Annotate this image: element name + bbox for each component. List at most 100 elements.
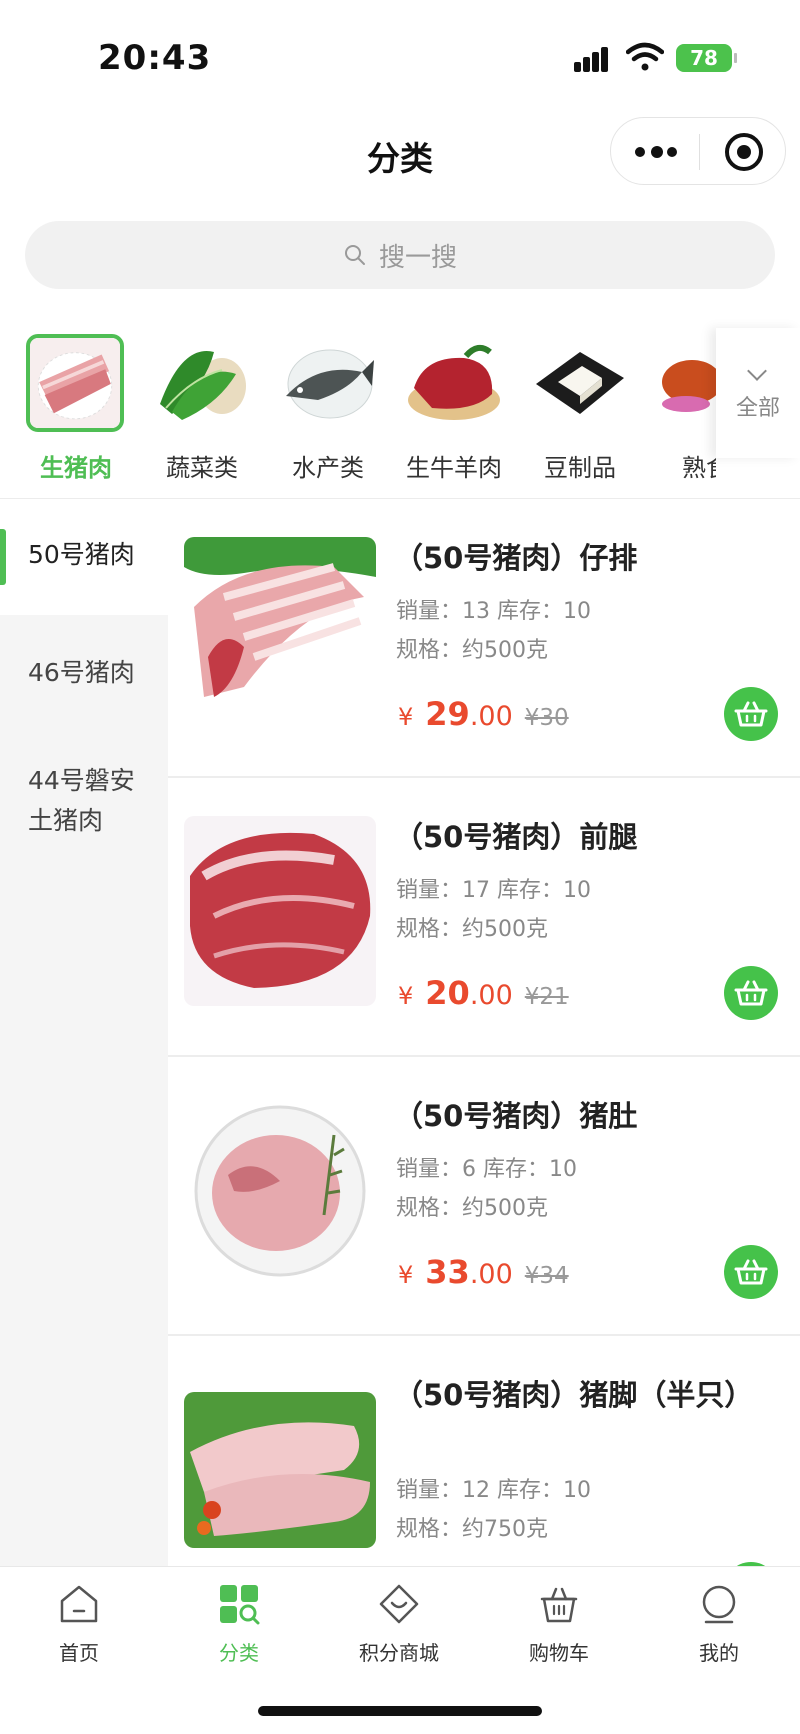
category-label: 熟食 xyxy=(682,454,716,482)
category-icon xyxy=(220,1585,260,1625)
fish-image xyxy=(278,334,376,432)
sidebar-item-50-pork[interactable]: 50号猪肉 xyxy=(0,499,168,615)
product-sales-stock: 销量：6 库存：10 xyxy=(396,1157,577,1182)
product-card[interactable]: （50号猪肉）仔排 销量：13 库存：10 规格：约500克 ¥29.00 ¥30 xyxy=(168,499,800,778)
search-icon xyxy=(344,245,365,265)
add-to-cart-button[interactable] xyxy=(724,687,778,741)
category-item-aquatic[interactable]: 水产类 xyxy=(272,330,384,482)
subcategory-sidebar: 50号猪肉 46号猪肉 44号磐安土猪肉 xyxy=(0,499,168,1566)
sidebar-item-44-panan-pork[interactable]: 44号磐安土猪肉 xyxy=(0,731,168,861)
product-sales-stock: 销量：13 库存：10 xyxy=(396,599,591,624)
more-icon[interactable] xyxy=(635,141,679,163)
beef-image xyxy=(404,334,502,432)
home-icon xyxy=(60,1585,98,1623)
product-card[interactable]: （50号猪肉）猪肚 销量：6 库存：10 规格：约500克 ¥33.00 ¥34 xyxy=(168,1057,800,1336)
tab-home[interactable]: 首页 xyxy=(14,1583,144,1673)
tab-label: 首页 xyxy=(59,1641,99,1665)
battery-level: 78 xyxy=(690,46,718,70)
product-spec: 规格：约500克 xyxy=(396,917,548,942)
category-item-deli[interactable]: 熟食 xyxy=(650,330,716,482)
product-image xyxy=(184,1095,376,1285)
price-decimal: .00 xyxy=(469,701,513,732)
category-label: 水产类 xyxy=(292,454,364,482)
price-integer: 20 xyxy=(425,974,470,1012)
price-decimal: .00 xyxy=(469,980,513,1011)
tab-profile[interactable]: 我的 xyxy=(654,1583,784,1673)
product-image xyxy=(184,816,376,1006)
product-price: ¥29.00 ¥30 xyxy=(398,695,569,733)
category-item-tofu[interactable]: 豆制品 xyxy=(524,330,636,482)
product-title: （50号猪肉）猪肚 xyxy=(394,1099,638,1133)
status-time: 20:43 xyxy=(98,38,212,78)
category-item-pork[interactable]: 生猪肉 xyxy=(20,330,132,482)
chevron-down-icon xyxy=(747,361,767,381)
currency-symbol: ¥ xyxy=(398,982,414,1010)
home-indicator xyxy=(258,1706,542,1716)
tab-label: 分类 xyxy=(219,1641,259,1665)
tofu-image xyxy=(530,334,628,432)
product-spec: 规格：约500克 xyxy=(396,1196,548,1221)
product-price: ¥20.00 ¥21 xyxy=(398,974,569,1012)
sidebar-item-label: 44号磐安土猪肉 xyxy=(28,766,135,835)
all-categories-label: 全部 xyxy=(735,396,780,421)
basket-icon xyxy=(734,980,768,1006)
original-price: ¥34 xyxy=(524,1263,569,1289)
capsule-divider xyxy=(699,134,700,170)
product-spec: 规格：约500克 xyxy=(396,638,548,663)
product-title: （50号猪肉）猪脚（半只） xyxy=(394,1378,754,1412)
status-bar: 20:43 78 xyxy=(0,0,800,110)
currency-symbol: ¥ xyxy=(398,703,414,731)
category-label: 生猪肉 xyxy=(40,454,112,482)
product-card[interactable]: （50号猪肉）前腿 销量：17 库存：10 规格：约500克 ¥20.00 ¥21 xyxy=(168,778,800,1057)
category-item-beef-lamb[interactable]: 生牛羊肉 xyxy=(398,330,510,482)
pork-image xyxy=(26,334,124,432)
category-label: 生牛羊肉 xyxy=(406,454,502,482)
product-spec: 规格：约750克 xyxy=(396,1517,548,1542)
add-to-cart-button[interactable] xyxy=(724,966,778,1020)
sidebar-item-label: 46号猪肉 xyxy=(28,658,135,687)
close-miniprogram-icon[interactable] xyxy=(725,133,763,171)
product-sales-stock: 销量：12 库存：10 xyxy=(396,1478,591,1503)
tab-label: 购物车 xyxy=(529,1641,589,1665)
product-list: （50号猪肉）仔排 销量：13 库存：10 规格：约500克 ¥29.00 ¥30 xyxy=(168,499,800,1566)
points-mall-icon xyxy=(379,1584,419,1624)
basket-icon xyxy=(734,701,768,727)
tab-points-mall[interactable]: 积分商城 xyxy=(334,1583,464,1673)
basket-icon xyxy=(734,1259,768,1285)
search-placeholder: 搜一搜 xyxy=(378,242,457,273)
battery-icon: 78 xyxy=(676,44,737,72)
product-title: （50号猪肉）仔排 xyxy=(394,541,638,575)
category-label: 豆制品 xyxy=(544,454,616,482)
wifi-icon xyxy=(626,42,664,71)
cart-icon xyxy=(540,1587,578,1623)
product-card[interactable]: （50号猪肉）猪脚（半只） 销量：12 库存：10 规格：约750克 xyxy=(168,1336,800,1566)
original-price: ¥30 xyxy=(524,705,569,731)
product-price: ¥33.00 ¥34 xyxy=(398,1253,569,1291)
page-title: 分类 xyxy=(367,139,433,178)
price-integer: 29 xyxy=(425,695,470,733)
cellular-signal-icon xyxy=(574,44,616,72)
product-title: （50号猪肉）前腿 xyxy=(394,820,638,854)
category-strip: 生猪肉 蔬菜类 水产类 生牛羊肉 豆制品 熟 xyxy=(0,330,716,490)
tab-category[interactable]: 分类 xyxy=(174,1583,304,1673)
tab-label: 积分商城 xyxy=(359,1641,439,1665)
price-integer: 33 xyxy=(425,1253,470,1291)
original-price: ¥21 xyxy=(524,984,569,1010)
search-input[interactable]: 搜一搜 xyxy=(25,221,775,289)
deli-image xyxy=(656,334,716,432)
sidebar-item-46-pork[interactable]: 46号猪肉 xyxy=(0,615,168,731)
miniprogram-capsule xyxy=(610,117,786,185)
all-categories-button[interactable]: 全部 xyxy=(716,328,800,458)
sidebar-item-label: 50号猪肉 xyxy=(28,540,135,569)
vegetables-image xyxy=(152,334,250,432)
profile-icon xyxy=(702,1585,736,1624)
category-label: 蔬菜类 xyxy=(166,454,238,482)
price-decimal: .00 xyxy=(469,1259,513,1290)
currency-symbol: ¥ xyxy=(398,1261,414,1289)
tab-cart[interactable]: 购物车 xyxy=(494,1583,624,1673)
tab-label: 我的 xyxy=(699,1641,739,1665)
add-to-cart-button[interactable] xyxy=(724,1245,778,1299)
category-item-vegetables[interactable]: 蔬菜类 xyxy=(146,330,258,482)
product-image xyxy=(184,537,376,727)
product-sales-stock: 销量：17 库存：10 xyxy=(396,878,591,903)
